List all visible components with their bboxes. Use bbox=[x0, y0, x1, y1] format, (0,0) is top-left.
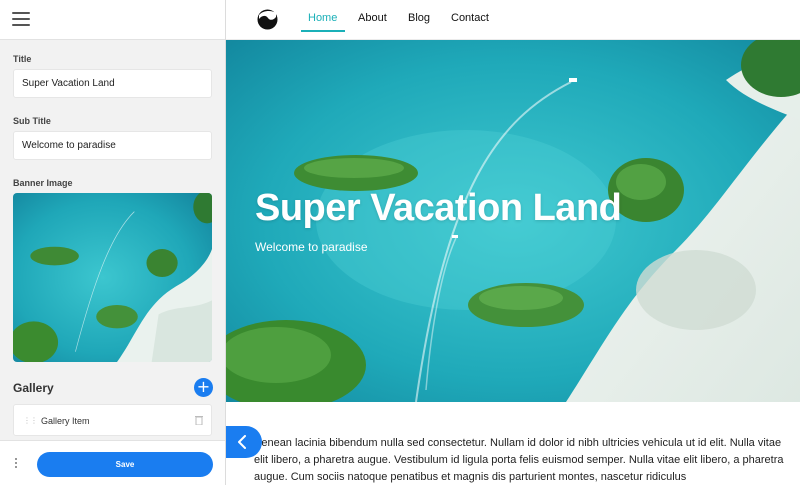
hero-banner: Super Vacation Land Welcome to paradise bbox=[226, 40, 800, 402]
nav-contact-link[interactable]: Contact bbox=[451, 12, 489, 24]
plus-icon: + bbox=[196, 377, 211, 396]
gallery-item-label: Gallery Item bbox=[41, 416, 90, 426]
title-label: Title bbox=[13, 54, 32, 64]
gallery-list-item[interactable]: ⋮⋮ Gallery Item bbox=[13, 404, 212, 436]
more-vertical-icon[interactable] bbox=[14, 458, 18, 470]
save-button[interactable]: Save bbox=[37, 452, 213, 477]
banner-image-thumbnail[interactable] bbox=[13, 193, 212, 362]
collapse-panel-button[interactable] bbox=[226, 426, 262, 458]
subtitle-input[interactable] bbox=[13, 131, 212, 160]
add-gallery-item-button[interactable]: + bbox=[194, 378, 213, 397]
banner-image-label: Banner Image bbox=[13, 178, 73, 188]
panel-header bbox=[0, 0, 225, 40]
nav-blog-link[interactable]: Blog bbox=[408, 12, 430, 24]
menu-icon[interactable] bbox=[12, 12, 30, 26]
body-paragraph: Aenean lacinia bibendum nulla sed consec… bbox=[254, 437, 784, 483]
hero-title: Super Vacation Land bbox=[255, 187, 622, 229]
hero-subtitle: Welcome to paradise bbox=[255, 240, 368, 254]
trash-icon[interactable] bbox=[195, 415, 203, 425]
nav-about-link[interactable]: About bbox=[358, 12, 387, 24]
editor-panel: Title Sub Title Banner Image Gallery + bbox=[0, 0, 226, 485]
gallery-heading: Gallery bbox=[13, 381, 54, 395]
active-nav-indicator bbox=[301, 30, 345, 32]
banner-image bbox=[13, 193, 212, 362]
chevron-left-icon bbox=[238, 435, 246, 449]
panel-footer: Save bbox=[0, 440, 225, 485]
nav-home-link[interactable]: Home bbox=[308, 12, 337, 24]
drag-handle-icon[interactable]: ⋮⋮ bbox=[23, 416, 38, 425]
subtitle-label: Sub Title bbox=[13, 116, 51, 126]
title-input[interactable] bbox=[13, 69, 212, 98]
logo-icon[interactable] bbox=[257, 9, 278, 30]
site-navbar: Home About Blog Contact bbox=[226, 0, 800, 40]
